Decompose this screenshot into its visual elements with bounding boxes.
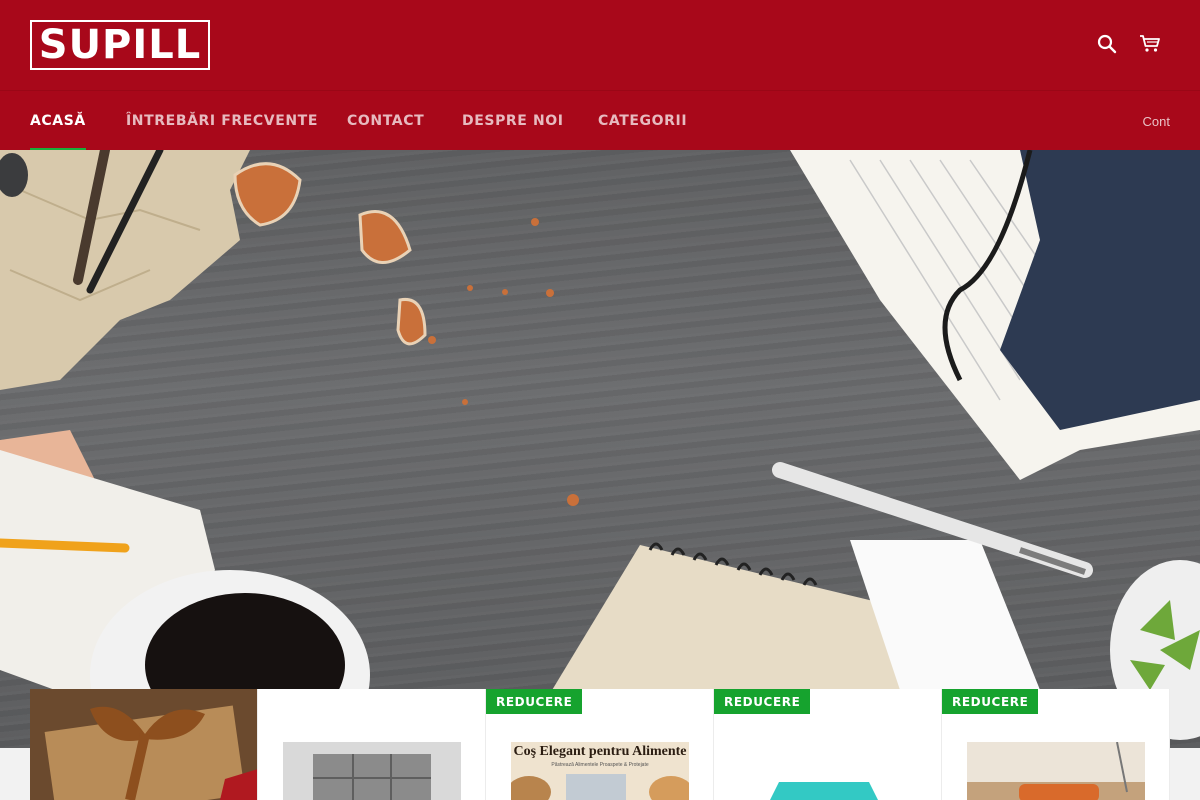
nav-item-intrebari-frecvente[interactable]: ÎNTREBĂRI FRECVENTE — [126, 91, 318, 151]
product-card[interactable] — [258, 689, 486, 800]
product-image — [283, 742, 461, 800]
sale-badge: REDUCERE — [486, 689, 583, 714]
hero-banner-image — [0, 150, 1200, 748]
site-logo[interactable]: SUPILL — [30, 20, 210, 70]
product-card[interactable] — [30, 689, 258, 800]
sale-badge: REDUCERE — [942, 689, 1039, 714]
product-image — [967, 742, 1145, 800]
product-image — [30, 689, 257, 800]
site-header: SUPILL — [0, 0, 1200, 90]
account-link[interactable]: Cont — [1143, 91, 1170, 151]
logo-text: SUPILL — [38, 22, 202, 68]
product-card[interactable]: REDUCERE Coş Elegant pentru Alimente Păs… — [486, 689, 714, 800]
featured-products: REDUCERE Coş Elegant pentru Alimente Păs… — [30, 689, 1170, 800]
product-card[interactable]: REDUCERE — [942, 689, 1170, 800]
sale-badge: REDUCERE — [714, 689, 811, 714]
main-navigation: ACASĂ ÎNTREBĂRI FRECVENTE CONTACT DESPRE… — [0, 90, 1200, 151]
nav-item-categorii[interactable]: CATEGORII — [598, 91, 687, 151]
product-card[interactable]: REDUCERE — [714, 689, 942, 800]
search-icon[interactable] — [1093, 30, 1121, 58]
product-image — [739, 742, 917, 800]
hero-illustration — [0, 150, 1200, 748]
product-image: Coş Elegant pentru Alimente Păstrează Al… — [511, 742, 689, 800]
nav-item-despre-noi[interactable]: DESPRE NOI — [462, 91, 564, 151]
cart-icon[interactable] — [1136, 30, 1164, 58]
nav-item-acasa[interactable]: ACASĂ — [30, 91, 86, 151]
nav-item-contact[interactable]: CONTACT — [347, 91, 424, 151]
